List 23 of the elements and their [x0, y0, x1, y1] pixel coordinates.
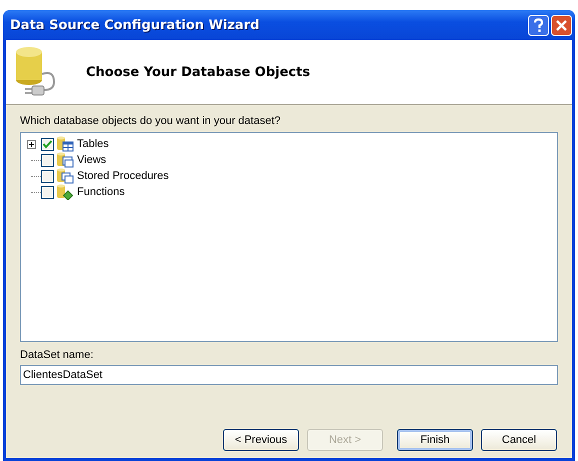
database-function-icon: [56, 184, 74, 200]
window-title: Data Source Configuration Wizard: [10, 18, 260, 32]
database-view-icon: [56, 168, 74, 184]
tree-item[interactable]: Tables: [77, 138, 109, 150]
page-heading: Choose Your Database Objects: [86, 64, 310, 80]
wizard-button[interactable]: Finish: [397, 429, 473, 451]
prompt-label: Which database objects do you want in your dataset?: [20, 114, 282, 128]
checkbox[interactable]: [41, 138, 54, 150]
expand-icon[interactable]: [27, 140, 36, 148]
checkbox[interactable]: [41, 186, 54, 198]
dataset-name-label: DataSet name:: [20, 348, 94, 362]
wizard-button[interactable]: Cancel: [481, 429, 557, 451]
tree-item[interactable]: Stored Procedures: [77, 170, 169, 182]
tree-item[interactable]: Views: [77, 154, 106, 166]
checkbox[interactable]: [41, 170, 54, 182]
database-view-icon: [56, 152, 74, 168]
help-icon[interactable]: [528, 14, 549, 36]
tree-item[interactable]: Functions: [77, 186, 125, 198]
database-table-icon: [56, 136, 74, 152]
checkbox[interactable]: [41, 154, 54, 166]
wizard-button[interactable]: < Previous: [223, 429, 299, 451]
dataset-name-field[interactable]: ClientesDataSet: [20, 365, 558, 385]
close-icon[interactable]: [551, 14, 572, 36]
